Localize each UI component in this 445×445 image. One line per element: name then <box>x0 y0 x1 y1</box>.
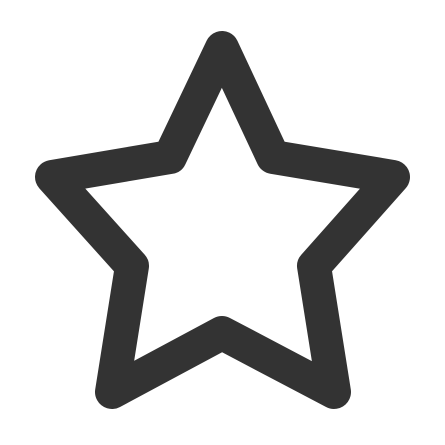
icon-canvas <box>0 0 445 445</box>
star-outline-icon <box>35 31 410 409</box>
star-outline-shape <box>35 31 410 409</box>
